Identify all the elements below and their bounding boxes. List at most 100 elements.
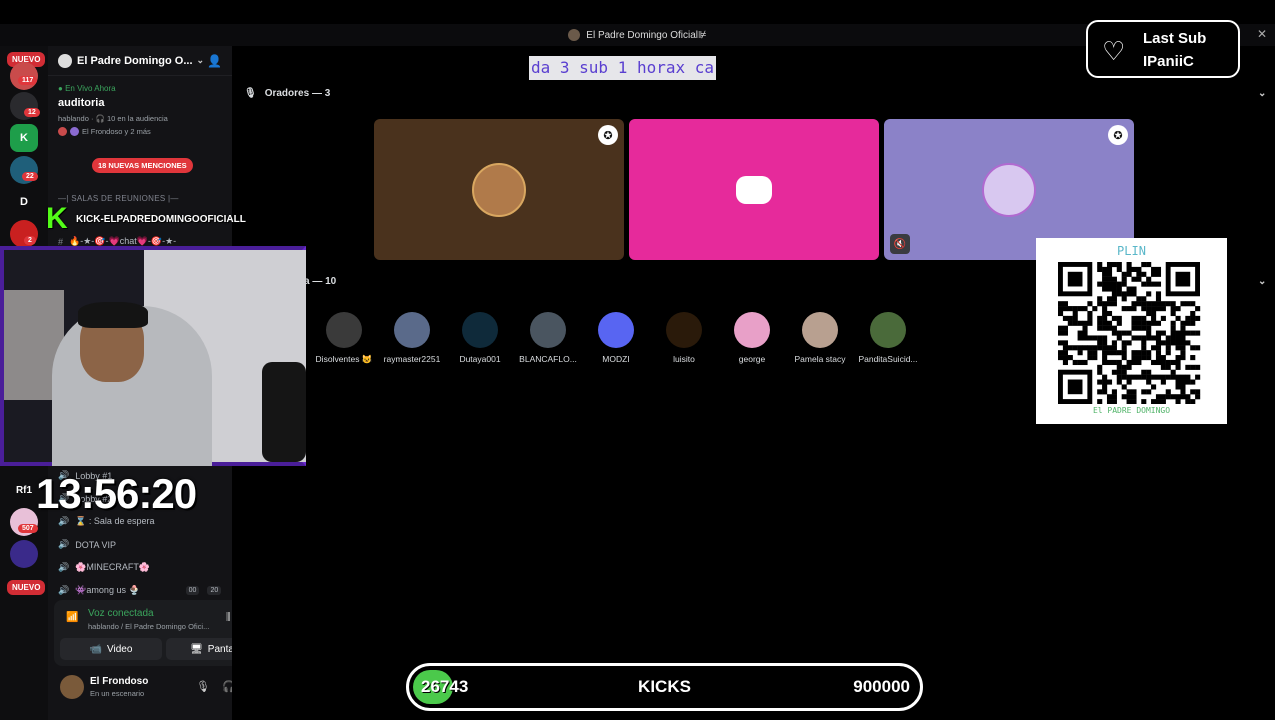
microphone-icon[interactable]: 🎙 [196, 680, 210, 693]
audience-member[interactable]: Dutaya001 [446, 312, 514, 364]
microphone-icon: 🎙 [244, 88, 257, 99]
speaker-tile[interactable]: ✪ [374, 119, 624, 260]
avatar [70, 127, 79, 136]
speaker-icon: 🔊 [58, 562, 70, 572]
server-avatar-icon [568, 29, 581, 41]
kick-logo-icon: K [46, 202, 68, 235]
chevron-down-icon[interactable]: ⌄ [1258, 88, 1266, 99]
discord-logo-icon [736, 175, 772, 204]
avatar [530, 312, 566, 348]
audience-member[interactable]: PanditaSuicid... [854, 312, 922, 364]
audience-member-name: MODZI [602, 354, 630, 364]
user-count: 00 [185, 586, 200, 595]
speaker-icon: 🔊 [58, 539, 70, 549]
avatar[interactable] [60, 675, 84, 699]
speaker-tile[interactable] [629, 119, 879, 260]
stage-meta: hablando · 🎧 10 en la audiencia [58, 114, 168, 123]
audience-member-name: george [738, 354, 766, 364]
new-badge: NUEVO [5, 578, 48, 597]
unread-badge: 2 [24, 236, 36, 245]
avatar [394, 312, 430, 348]
muted-icon: 🔇 [890, 234, 910, 254]
last-sub-title: Last Sub [1143, 30, 1207, 47]
audience-member[interactable]: BLANCAFLO... [514, 312, 582, 364]
avatar [58, 127, 67, 136]
webcam-overlay [0, 246, 306, 466]
soundboard-icon[interactable]: ⫼ [226, 612, 231, 623]
last-sub-name: IPaniiC [1143, 53, 1194, 70]
server-letter-icon[interactable]: D [10, 188, 38, 216]
category-header[interactable]: —| SALAS DE REUNIONES |— [58, 194, 179, 203]
speaker-icon: 🔊 [58, 585, 70, 595]
window-title: El Padre Domingo Oficial⊯ [586, 29, 707, 41]
clock-overlay: 13:56:20 [36, 470, 197, 517]
qr-widget: PLIN El PADRE DOMINGO [1036, 238, 1227, 424]
avatar [870, 312, 906, 348]
voice-status: Voz conectada [88, 608, 154, 619]
audience-member[interactable]: Pamela stacy [786, 312, 854, 364]
audience-member-name: luisito [673, 354, 695, 364]
mentions-badge[interactable]: 18 NUEVAS MENCIONES [92, 158, 193, 173]
unread-badge: 117 [18, 76, 38, 85]
stage-people: El Frondoso y 2 más [58, 127, 222, 136]
avatar [982, 162, 1036, 217]
server-name: El Padre Domingo O... [77, 54, 193, 67]
qr-caption: El PADRE DOMINGO [1092, 406, 1171, 415]
ticker-text: da 3 sub 1 horax ca [529, 56, 717, 80]
speakers-section-header[interactable]: 🎙 Oradores — 3 ⌄ [244, 88, 1266, 99]
server-header[interactable]: El Padre Domingo O... ⌄ 👤 [48, 46, 232, 76]
unread-badge: 507 [18, 524, 38, 533]
webcam-hair [78, 302, 148, 328]
chevron-down-icon[interactable]: ⌄ [1258, 276, 1266, 287]
voice-channel[interactable]: 🔊 🌸MINECRAFT🌸 [58, 562, 150, 573]
window-title-bar: El Padre Domingo Oficial⊯ ✕ [0, 24, 1275, 46]
kicks-goal-bar: 26743 KICKS 900000 [406, 663, 923, 711]
moderator-icon: ✪ [1108, 125, 1128, 145]
qr-title: PLIN [1117, 244, 1146, 258]
unread-badge: 22 [22, 172, 38, 181]
close-icon[interactable]: ✕ [1257, 27, 1267, 41]
audience-member[interactable]: MODZI [582, 312, 650, 364]
avatar [462, 312, 498, 348]
voice-channel[interactable]: 🔊 DOTA VIP [58, 539, 116, 550]
kicks-goal: 900000 [853, 677, 910, 696]
heart-icon: ♡ [1102, 36, 1126, 66]
audience-member[interactable]: luisito [650, 312, 718, 364]
audience-member-name: raymaster2251 [383, 354, 441, 364]
server-logo-icon [58, 53, 72, 68]
avatar [472, 162, 526, 217]
video-button[interactable]: 📹 Video [60, 638, 162, 660]
kicks-label: KICKS [638, 677, 691, 696]
kick-server-icon[interactable]: K [10, 124, 38, 152]
audience-member[interactable]: Disolventes 😺 [310, 312, 378, 365]
voice-channel[interactable]: 🔊 👾among us 🍨 00 20 [58, 585, 222, 596]
screen-icon: 🖥 [190, 643, 203, 655]
avatar [326, 312, 362, 348]
chevron-down-icon: ⌄ [196, 55, 205, 65]
unread-badge: 12 [24, 108, 40, 117]
user-name: El Frondoso [90, 676, 149, 687]
avatar [666, 312, 702, 348]
kick-handle-overlay: K KICK-ELPADREDOMINGOOFICIALL [46, 202, 246, 235]
audience-member[interactable]: raymaster2251 [378, 312, 446, 364]
signal-icon[interactable]: 📶 [66, 612, 78, 623]
audience-member-name: Disolventes 😺 [315, 354, 373, 364]
audience-member-name: Dutaya001 [459, 354, 501, 364]
avatar [598, 312, 634, 348]
stage-name: auditoria [58, 97, 105, 109]
audience-member[interactable]: george [718, 312, 786, 364]
audience-member-name: PanditaSuicid... [858, 354, 918, 364]
audience-member-name: Pamela stacy [794, 354, 846, 364]
server-label[interactable]: Rf1 [10, 476, 38, 504]
add-member-icon[interactable]: 👤 [207, 54, 222, 68]
camera-icon: 📹 [89, 643, 103, 655]
voice-sub: hablando / El Padre Domingo Ofici... [88, 622, 210, 631]
user-limit: 20 [207, 586, 222, 595]
last-sub-widget: ♡ Last Sub IPaniiC [1086, 20, 1240, 78]
server-icon[interactable] [10, 540, 38, 568]
live-status: ● En Vivo Ahora [58, 84, 116, 93]
audience-member-name: BLANCAFLO... [519, 354, 577, 364]
qr-code-icon [1058, 262, 1201, 404]
user-status: En un escenario [90, 689, 145, 698]
live-stage[interactable]: ● En Vivo Ahora auditoria hablando · 🎧 1… [48, 76, 232, 136]
